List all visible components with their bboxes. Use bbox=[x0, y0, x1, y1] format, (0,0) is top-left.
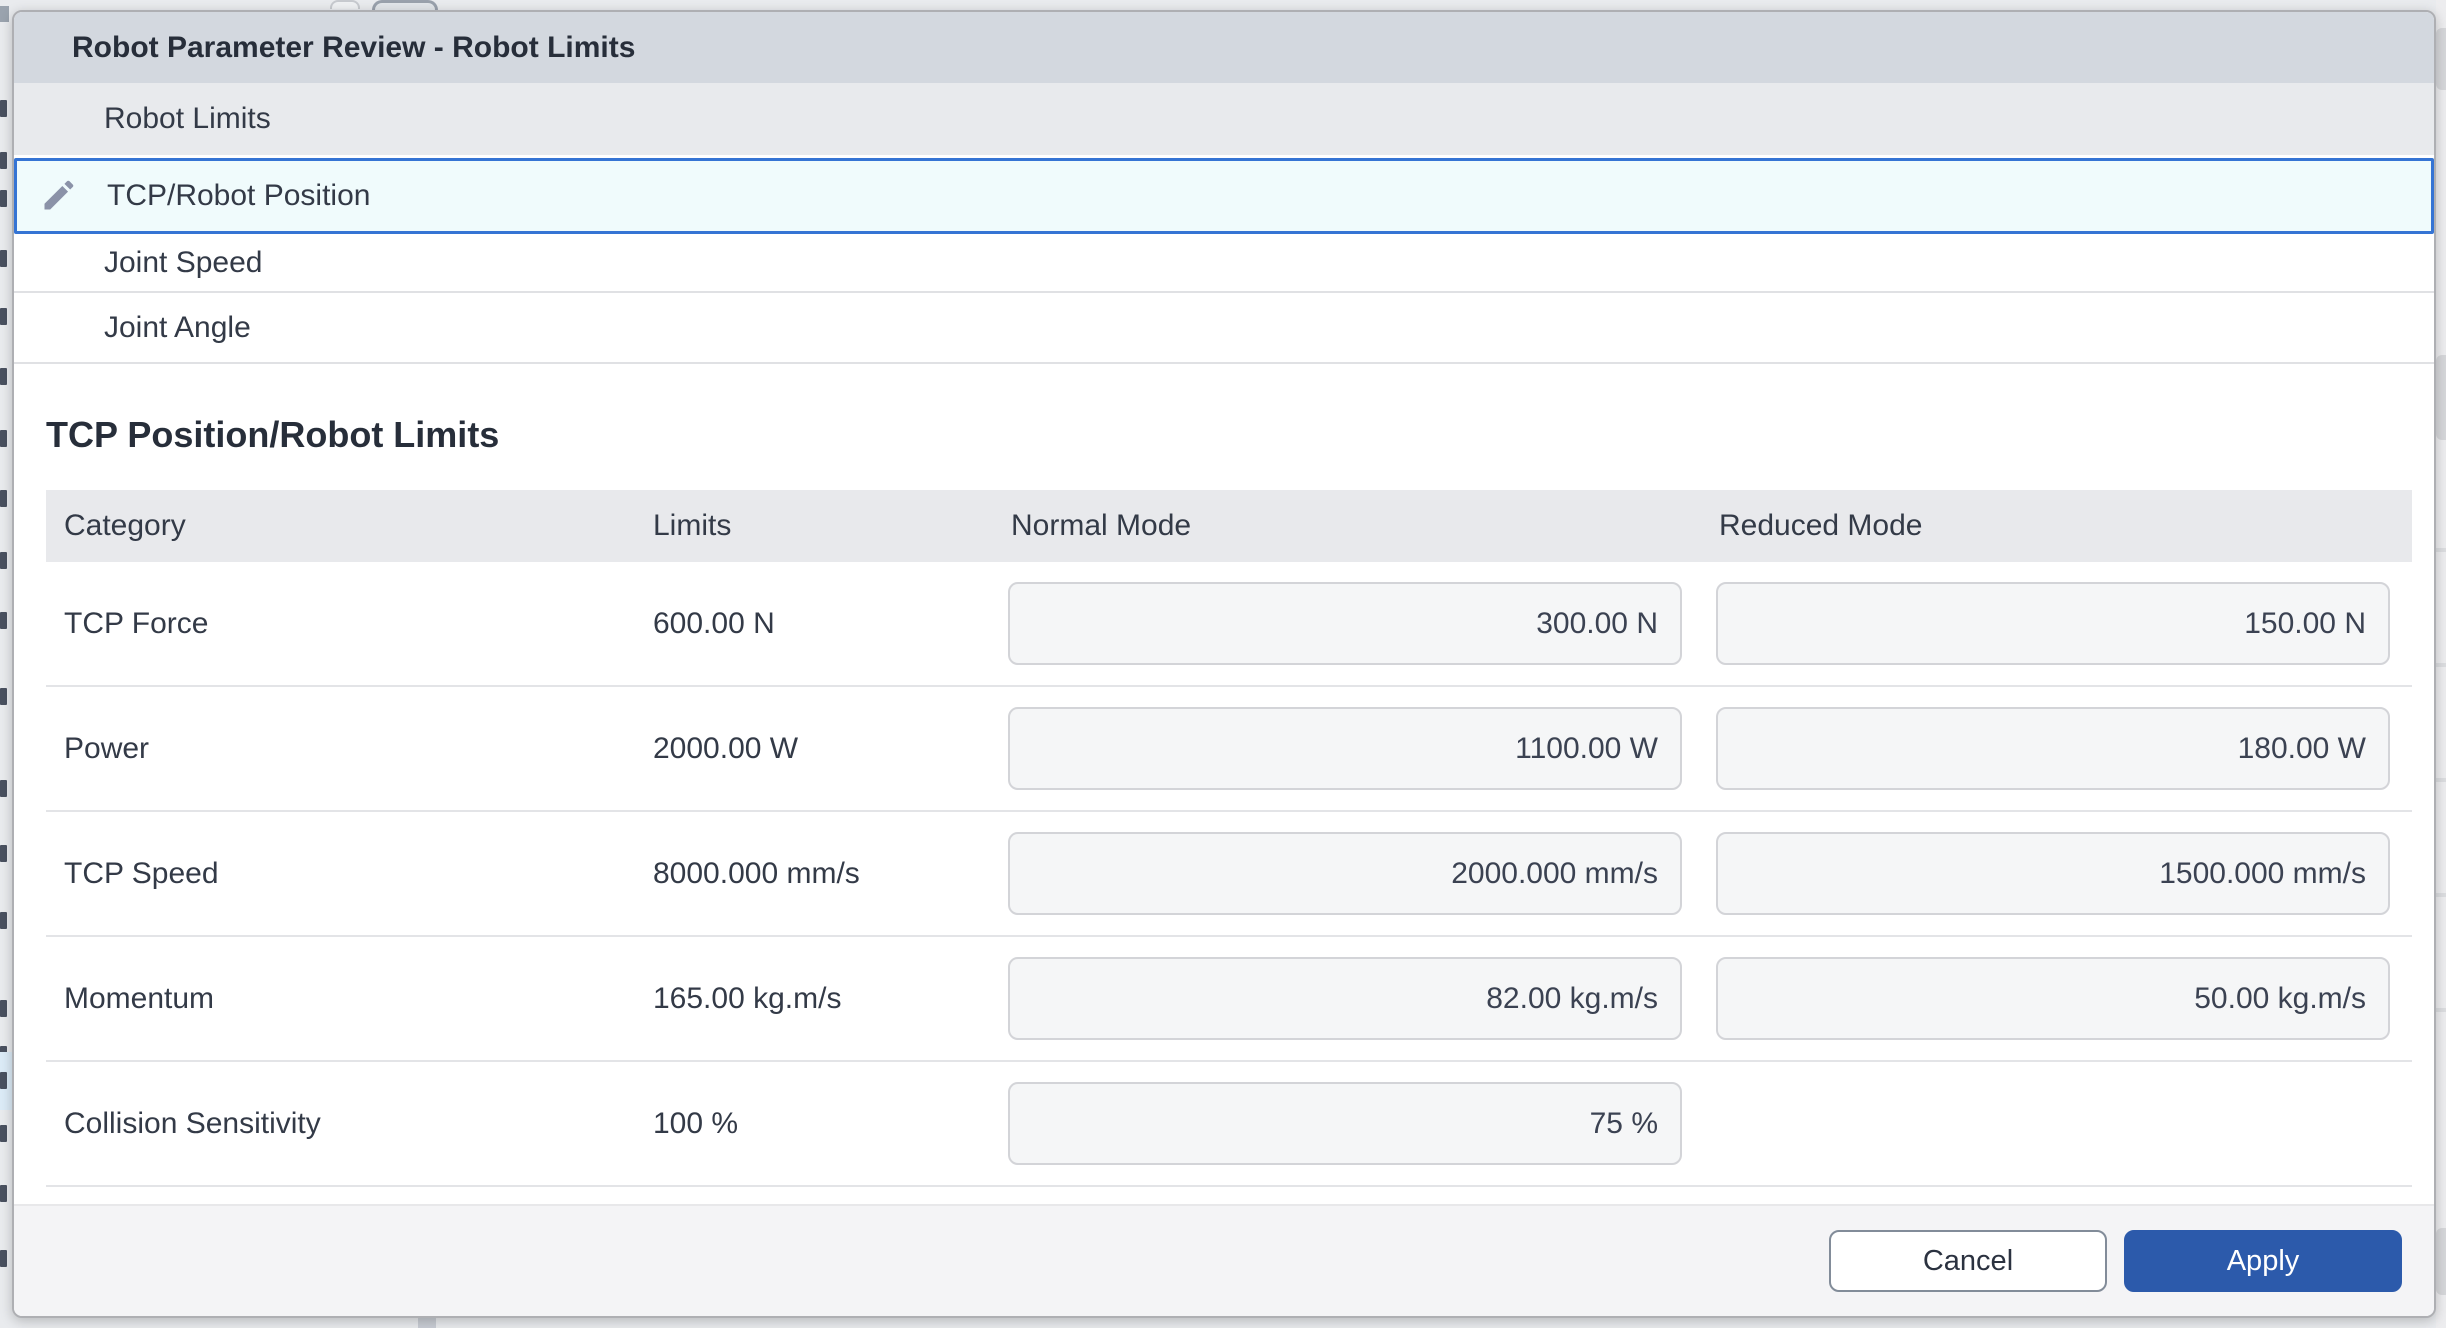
tcp-speed-normal-input[interactable] bbox=[1008, 832, 1682, 915]
limit-cell: 165.00 kg.m/s bbox=[653, 982, 1008, 1016]
nav-item-robot-limits[interactable]: Robot Limits bbox=[14, 83, 2434, 155]
limit-cell: 100 % bbox=[653, 1107, 1008, 1141]
truncated-text-fragment bbox=[0, 612, 7, 629]
apply-button[interactable]: Apply bbox=[2124, 1230, 2402, 1292]
tcp-force-normal-input[interactable] bbox=[1008, 582, 1682, 665]
nav-item-label: Robot Limits bbox=[104, 102, 271, 136]
background-card-fragment bbox=[2436, 355, 2446, 440]
limit-cell: 2000.00 W bbox=[653, 732, 1008, 766]
table-row: Power 2000.00 W bbox=[46, 687, 2412, 812]
background-card-fragment bbox=[2436, 1228, 2446, 1295]
table-row: TCP Speed 8000.000 mm/s bbox=[46, 812, 2412, 937]
column-header-limits: Limits bbox=[653, 509, 1008, 543]
truncated-text-fragment bbox=[0, 688, 7, 705]
nav-item-joint-angle[interactable]: Joint Angle bbox=[14, 293, 2434, 364]
category-cell: Collision Sensitivity bbox=[46, 1107, 653, 1141]
robot-parameter-review-dialog: Robot Parameter Review - Robot Limits Ro… bbox=[12, 10, 2436, 1318]
nav-list: Robot Limits TCP/Robot Position Joint Sp… bbox=[14, 83, 2434, 364]
nav-item-label: Joint Angle bbox=[104, 311, 251, 345]
background-right-strip bbox=[2436, 0, 2446, 1328]
dialog-titlebar: Robot Parameter Review - Robot Limits bbox=[14, 12, 2434, 83]
collision-sensitivity-normal-input[interactable] bbox=[1008, 1082, 1682, 1165]
power-normal-input[interactable] bbox=[1008, 707, 1682, 790]
limits-table: Category Limits Normal Mode Reduced Mode… bbox=[46, 490, 2412, 1187]
category-cell: Power bbox=[46, 732, 653, 766]
truncated-icon-fragment bbox=[0, 6, 9, 22]
truncated-text-fragment bbox=[0, 100, 7, 117]
nav-item-tcp-robot-position[interactable]: TCP/Robot Position bbox=[14, 158, 2434, 234]
category-cell: TCP Speed bbox=[46, 857, 653, 891]
table-row: TCP Force 600.00 N bbox=[46, 562, 2412, 687]
background-line-fragment bbox=[2436, 893, 2446, 897]
nav-item-label: Joint Speed bbox=[104, 246, 262, 280]
truncated-text-fragment bbox=[0, 912, 7, 929]
truncated-text-fragment bbox=[0, 1185, 7, 1202]
table-row: Momentum 165.00 kg.m/s bbox=[46, 937, 2412, 1062]
truncated-text-fragment bbox=[0, 552, 7, 569]
dialog-title: Robot Parameter Review - Robot Limits bbox=[72, 31, 635, 65]
tcp-speed-reduced-input[interactable] bbox=[1716, 832, 2390, 915]
truncated-text-fragment bbox=[0, 780, 7, 797]
background-left-strip bbox=[0, 0, 12, 1328]
column-header-category: Category bbox=[46, 509, 653, 543]
pencil-icon bbox=[40, 178, 76, 214]
limit-cell: 600.00 N bbox=[653, 607, 1008, 641]
truncated-text-fragment bbox=[0, 152, 7, 169]
tcp-force-reduced-input[interactable] bbox=[1716, 582, 2390, 665]
table-header-row: Category Limits Normal Mode Reduced Mode bbox=[46, 490, 2412, 562]
truncated-text-fragment bbox=[0, 250, 7, 267]
truncated-text-fragment bbox=[0, 490, 7, 507]
column-header-reduced-mode: Reduced Mode bbox=[1716, 509, 2412, 543]
background-scrollbar-fragment bbox=[418, 1318, 436, 1328]
background-line-fragment bbox=[2436, 548, 2446, 552]
truncated-text-fragment bbox=[0, 190, 7, 207]
dialog-footer: Cancel Apply bbox=[14, 1204, 2434, 1316]
truncated-text-fragment bbox=[0, 1250, 7, 1267]
section-heading: TCP Position/Robot Limits bbox=[46, 414, 499, 456]
page: { "window": { "title": "Robot Parameter … bbox=[0, 0, 2446, 1328]
background-line-fragment bbox=[2436, 778, 2446, 782]
table-row: Collision Sensitivity 100 % bbox=[46, 1062, 2412, 1187]
limit-cell: 8000.000 mm/s bbox=[653, 857, 1008, 891]
momentum-reduced-input[interactable] bbox=[1716, 957, 2390, 1040]
power-reduced-input[interactable] bbox=[1716, 707, 2390, 790]
truncated-text-fragment bbox=[0, 845, 7, 862]
truncated-text-fragment bbox=[0, 1125, 7, 1142]
background-line-fragment bbox=[2436, 663, 2446, 667]
momentum-normal-input[interactable] bbox=[1008, 957, 1682, 1040]
background-line-fragment bbox=[2436, 1008, 2446, 1012]
background-card-fragment bbox=[2436, 28, 2446, 90]
nav-item-joint-speed[interactable]: Joint Speed bbox=[14, 234, 2434, 293]
truncated-text-fragment bbox=[0, 1072, 7, 1089]
background-tab-fragment bbox=[330, 0, 360, 9]
truncated-text-fragment bbox=[0, 430, 7, 447]
truncated-text-fragment bbox=[0, 1000, 7, 1017]
category-cell: TCP Force bbox=[46, 607, 653, 641]
cancel-button[interactable]: Cancel bbox=[1829, 1230, 2107, 1292]
truncated-text-fragment bbox=[0, 368, 7, 385]
column-header-normal-mode: Normal Mode bbox=[1008, 509, 1716, 543]
category-cell: Momentum bbox=[46, 982, 653, 1016]
truncated-text-fragment bbox=[0, 308, 7, 325]
